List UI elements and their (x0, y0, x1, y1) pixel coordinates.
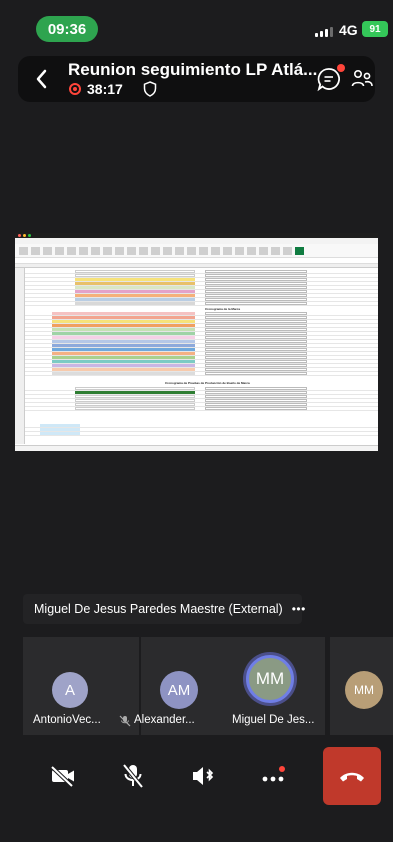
participant-tile-speaking[interactable]: MM Miguel De Jes... (228, 637, 325, 735)
mic-off-icon (119, 715, 131, 727)
sheet-tabs (15, 445, 378, 451)
avatar: MM (246, 655, 294, 703)
recording-icon (69, 83, 81, 95)
row-headers (15, 268, 25, 444)
ribbon-toolbar (15, 244, 378, 258)
avatar: AM (160, 671, 198, 709)
avatar: MM (345, 671, 383, 709)
section-title: Cronograma de Pruebas de Producción de B… (165, 381, 250, 385)
chat-unread-badge (337, 64, 345, 72)
column-headers (15, 264, 378, 268)
more-options-button[interactable] (245, 747, 300, 805)
avatar: A (52, 672, 88, 708)
table-row (25, 302, 378, 306)
section-title: Cronograma de la Marca (205, 307, 241, 311)
mic-off-icon (121, 763, 144, 789)
battery-level: 91 (362, 21, 388, 37)
participant-name: Alexander... (134, 714, 195, 726)
table-row (25, 432, 378, 436)
meeting-header: Reunion seguimiento LP Atlá... 38:17 (18, 56, 375, 102)
audio-output-button[interactable] (175, 747, 230, 805)
network-type: 4G (339, 22, 358, 38)
meeting-duration: 38:17 (87, 81, 123, 97)
status-time: 09:36 (36, 16, 98, 42)
presenter-name-label[interactable]: Miguel De Jesus Paredes Maestre (Externa… (23, 594, 305, 624)
speaker-bluetooth-icon (192, 767, 213, 785)
presenter-name: Miguel De Jesus Paredes Maestre (Externa… (34, 602, 283, 616)
table-row (25, 372, 378, 376)
shield-icon[interactable] (143, 81, 157, 97)
mic-toggle-button[interactable] (105, 747, 160, 805)
participant-name: AntonioVec... (33, 714, 101, 726)
participant-tile[interactable]: MM (330, 637, 393, 735)
shared-screen[interactable]: Cronograma de la Marca Cronograma de Pru… (15, 233, 378, 451)
participant-name: Miguel De Jes... (232, 714, 315, 726)
participant-tile[interactable]: A AntonioVec... (23, 637, 139, 735)
call-controls (23, 747, 383, 805)
meeting-title: Reunion seguimiento LP Atlá... (68, 60, 318, 79)
spreadsheet-grid: Cronograma de la Marca Cronograma de Pru… (15, 264, 378, 451)
hang-up-button[interactable] (323, 747, 381, 805)
status-bar: 09:36 4G 91 (0, 0, 393, 52)
camera-toggle-button[interactable] (35, 747, 90, 805)
table-row (25, 407, 378, 411)
back-chevron-icon[interactable] (30, 64, 54, 94)
more-icon (262, 766, 285, 782)
camera-off-icon (50, 765, 74, 787)
participants-icon[interactable] (350, 67, 374, 91)
more-icon[interactable]: ••• (292, 602, 306, 616)
cellular-signal-icon (315, 27, 333, 37)
hang-up-icon (340, 772, 364, 782)
